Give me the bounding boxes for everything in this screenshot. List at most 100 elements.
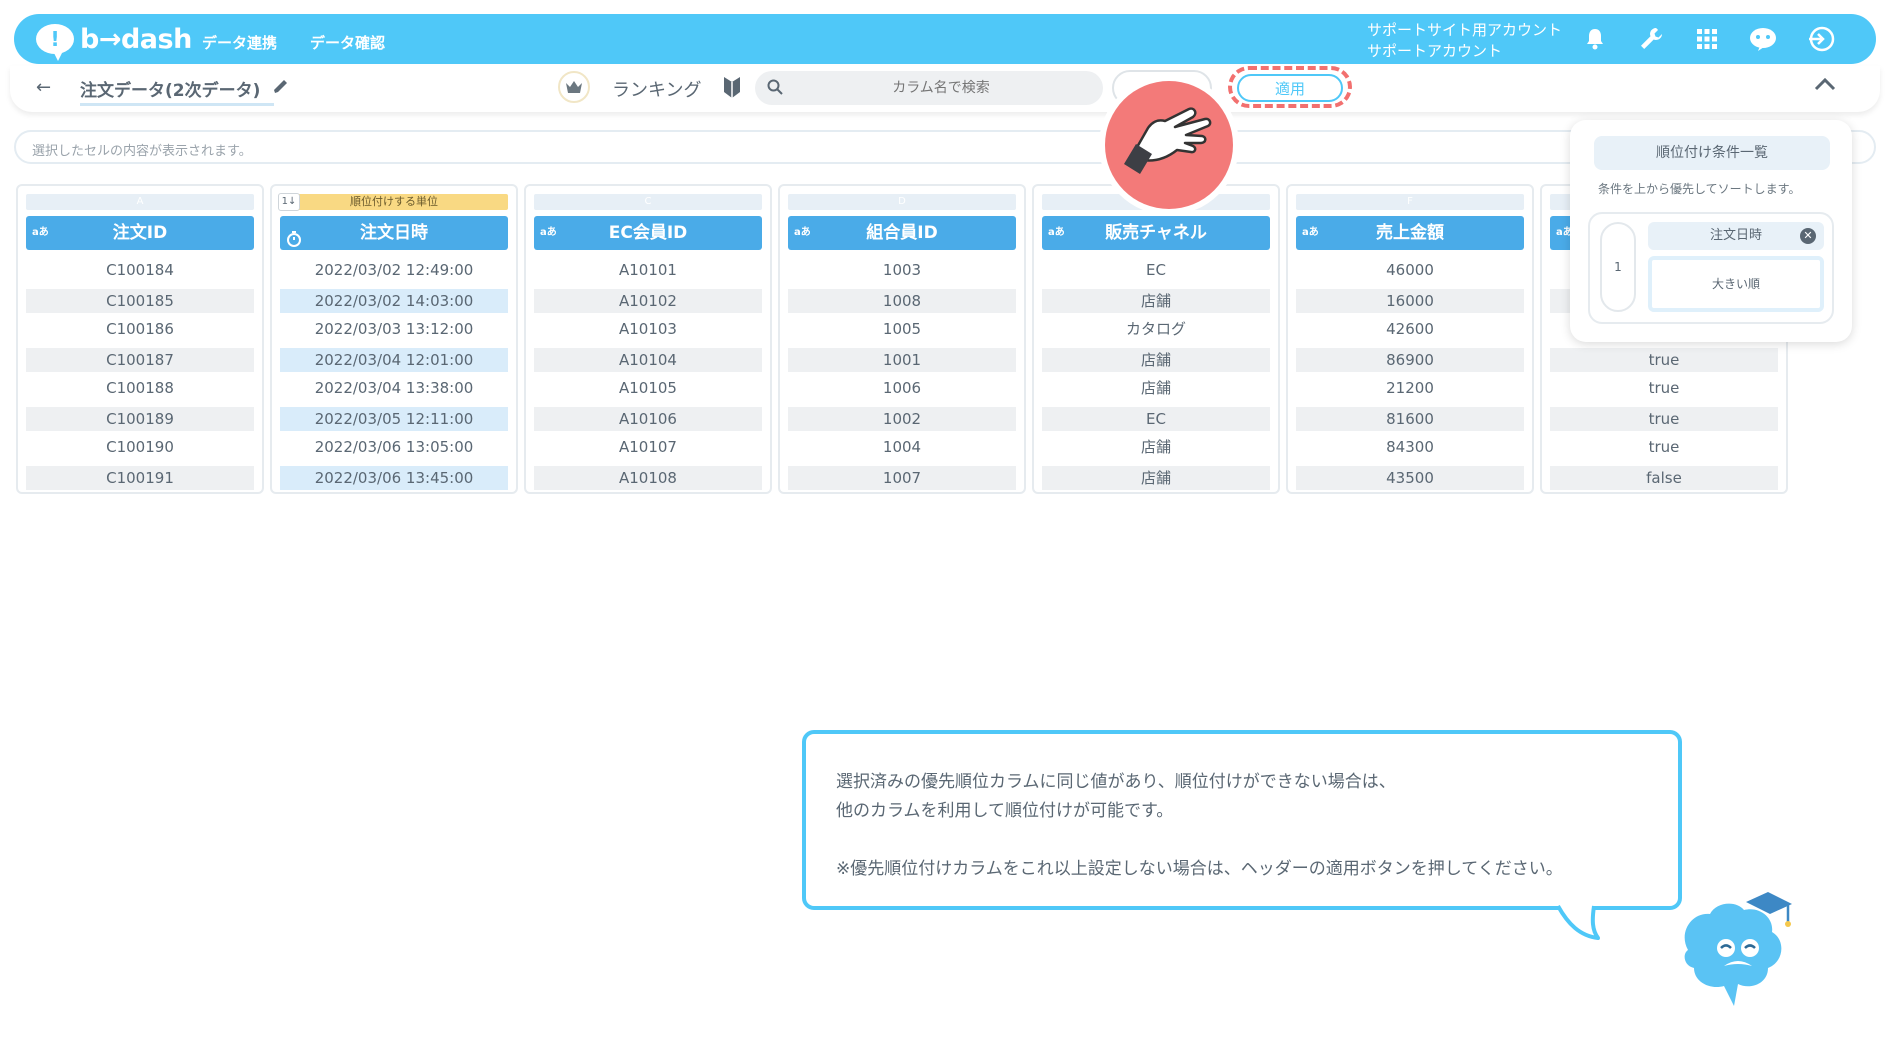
column-5[interactable]: Eaあ販売チャネルEC店舗カタログ店舗店舗EC店舗店舗	[1032, 184, 1280, 494]
table-cell[interactable]: C100190	[26, 433, 254, 463]
table-cell[interactable]: 1007	[788, 465, 1016, 490]
table-cell[interactable]: 2022/03/06 13:45:00	[280, 465, 508, 490]
table-cell[interactable]: true	[1550, 406, 1778, 431]
chat-icon[interactable]	[1746, 22, 1780, 56]
table-cell[interactable]: 86900	[1296, 347, 1524, 372]
condition-rank[interactable]: 1	[1600, 222, 1636, 312]
column-rows: A10101 A10102 A10103 A10104 A10105 A10106 A101…	[534, 256, 762, 492]
sort-order-badge[interactable]: 1↓	[278, 193, 300, 211]
table-cell[interactable]: A10105	[534, 374, 762, 404]
table-cell[interactable]: true	[1550, 374, 1778, 404]
column-3[interactable]: Caあ EC会員ID A10101 A10102 A10103 A10104 A10105 A…	[524, 184, 772, 494]
bdash-logo[interactable]: ! b→dash	[36, 22, 192, 61]
column-letter-text: C	[644, 196, 652, 207]
table-cell[interactable]: 店舗	[1042, 288, 1270, 313]
table-cell[interactable]: 43500	[1296, 465, 1524, 490]
table-cell[interactable]: false	[1550, 465, 1778, 490]
table-cell[interactable]: 2022/03/06 13:05:00	[280, 433, 508, 463]
table-cell[interactable]: C100185	[26, 288, 254, 313]
column-rows: 2022/03/02 12:49:00 2022/03/02 14:03:00 20…	[280, 256, 508, 492]
table-cell[interactable]: 店舗	[1042, 465, 1270, 490]
condition-card[interactable]: 1 注文日時 ✕ 大きい順	[1588, 212, 1834, 324]
grid-icon[interactable]	[1690, 22, 1724, 56]
column-header[interactable]: aあ 売上金額	[1296, 216, 1524, 250]
table-cell[interactable]: 21200	[1296, 374, 1524, 404]
table-cell[interactable]: 1005	[788, 315, 1016, 345]
column-2[interactable]: 順位付けする単位 1↓ 注文日時 2022/03/02 12:49:00 2022/03…	[270, 184, 518, 494]
apply-button[interactable]: 適用	[1237, 74, 1343, 102]
bell-icon[interactable]	[1578, 22, 1612, 56]
column-4[interactable]: Daあ 組合員ID 1003 1008 1005 1001 1006 1002 1004 1007	[778, 184, 1026, 494]
table-cell[interactable]: 42600	[1296, 315, 1524, 345]
table-cell[interactable]: true	[1550, 433, 1778, 463]
table-cell[interactable]: A10106	[534, 406, 762, 431]
table-cell[interactable]: 1004	[788, 433, 1016, 463]
table-cell[interactable]: A10102	[534, 288, 762, 313]
table-cell[interactable]: 2022/03/04 13:38:00	[280, 374, 508, 404]
column-header[interactable]: aあ 組合員ID	[788, 216, 1016, 250]
table-cell[interactable]: A10107	[534, 433, 762, 463]
table-cell[interactable]: A10101	[534, 256, 762, 286]
text-type-icon: aあ	[32, 227, 49, 238]
table-cell[interactable]: 2022/03/03 13:12:00	[280, 315, 508, 345]
table-cell[interactable]: A10103	[534, 315, 762, 345]
table-cell[interactable]: C100187	[26, 347, 254, 372]
nav-data-integration[interactable]: データ連携	[202, 32, 277, 53]
table-cell[interactable]: 1003	[788, 256, 1016, 286]
table-cell[interactable]: 84300	[1296, 433, 1524, 463]
column-header[interactable]: aあ EC会員ID	[534, 216, 762, 250]
collapse-chevron-icon[interactable]	[1813, 76, 1837, 96]
table-cell[interactable]: A10108	[534, 465, 762, 490]
table-cell[interactable]: C100191	[26, 465, 254, 490]
table-cell[interactable]: 2022/03/04 12:01:00	[280, 347, 508, 372]
table-cell[interactable]: 1002	[788, 406, 1016, 431]
table-cell[interactable]: 1001	[788, 347, 1016, 372]
back-arrow-icon[interactable]: ←	[36, 77, 51, 98]
table-cell[interactable]: true	[1550, 347, 1778, 372]
column-6[interactable]: Faあ 売上金額 46000 16000 42600 86900 21200 81600 843…	[1286, 184, 1534, 494]
beginner-mark-icon[interactable]	[722, 75, 742, 103]
table-cell[interactable]: 81600	[1296, 406, 1524, 431]
column-header[interactable]: 注文日時	[280, 216, 508, 250]
table-cell[interactable]: 16000	[1296, 288, 1524, 313]
pencil-icon[interactable]	[272, 76, 290, 98]
data-title[interactable]: 注文データ(2次データ)	[80, 76, 275, 106]
table-cell[interactable]: 店舗	[1042, 433, 1270, 463]
table-cell[interactable]: EC	[1042, 406, 1270, 431]
table-cell[interactable]: 2022/03/02 12:49:00	[280, 256, 508, 286]
table-cell[interactable]: 46000	[1296, 256, 1524, 286]
table-cell[interactable]: C100189	[26, 406, 254, 431]
account-name: サポートサイト用アカウント	[1367, 21, 1563, 39]
ranking-mode-label: ランキング	[612, 80, 702, 101]
table-cell[interactable]: 1006	[788, 374, 1016, 404]
table-cell[interactable]: 1008	[788, 288, 1016, 313]
nav-data-check[interactable]: データ確認	[310, 32, 385, 53]
column-1[interactable]: Aaあ 注文ID C100184 C100185 C100186 C100187 C1001…	[16, 184, 264, 494]
logout-icon[interactable]	[1804, 22, 1838, 56]
table-cell[interactable]: C100188	[26, 374, 254, 404]
search-input[interactable]	[791, 71, 1091, 105]
pointing-hand-icon	[1096, 72, 1242, 218]
column-header[interactable]: aあ 注文ID	[26, 216, 254, 250]
ranking-unit-label: 順位付けする単位 1↓	[278, 193, 508, 211]
table-cell[interactable]: EC	[1042, 256, 1270, 286]
table-cell[interactable]: 2022/03/05 12:11:00	[280, 406, 508, 431]
table-cell[interactable]: C100184	[26, 256, 254, 286]
table-cell[interactable]: カタログ	[1042, 315, 1270, 345]
wrench-icon[interactable]	[1634, 22, 1668, 56]
column-rows: C100184 C100185 C100186 C100187 C100188 C1001…	[26, 256, 254, 492]
column-letter-text: 順位付けする単位	[350, 195, 438, 208]
table-cell[interactable]: C100186	[26, 315, 254, 345]
column-rows: 46000 16000 42600 86900 21200 81600 84300 43500	[1296, 256, 1524, 492]
table-cell[interactable]: 店舗	[1042, 347, 1270, 372]
text-type-icon: aあ	[1302, 227, 1319, 238]
table-cell[interactable]: 2022/03/02 14:03:00	[280, 288, 508, 313]
close-icon[interactable]: ✕	[1800, 228, 1816, 244]
account-info[interactable]: サポートサイト用アカウント サポートアカウント	[1367, 20, 1562, 62]
table-cell[interactable]: 店舗	[1042, 374, 1270, 404]
condition-order-select[interactable]: 大きい順	[1648, 256, 1824, 312]
column-header[interactable]: aあ 販売チャネル	[1042, 216, 1270, 250]
column-letter: D	[788, 194, 1016, 210]
column-search[interactable]	[755, 71, 1103, 105]
table-cell[interactable]: A10104	[534, 347, 762, 372]
